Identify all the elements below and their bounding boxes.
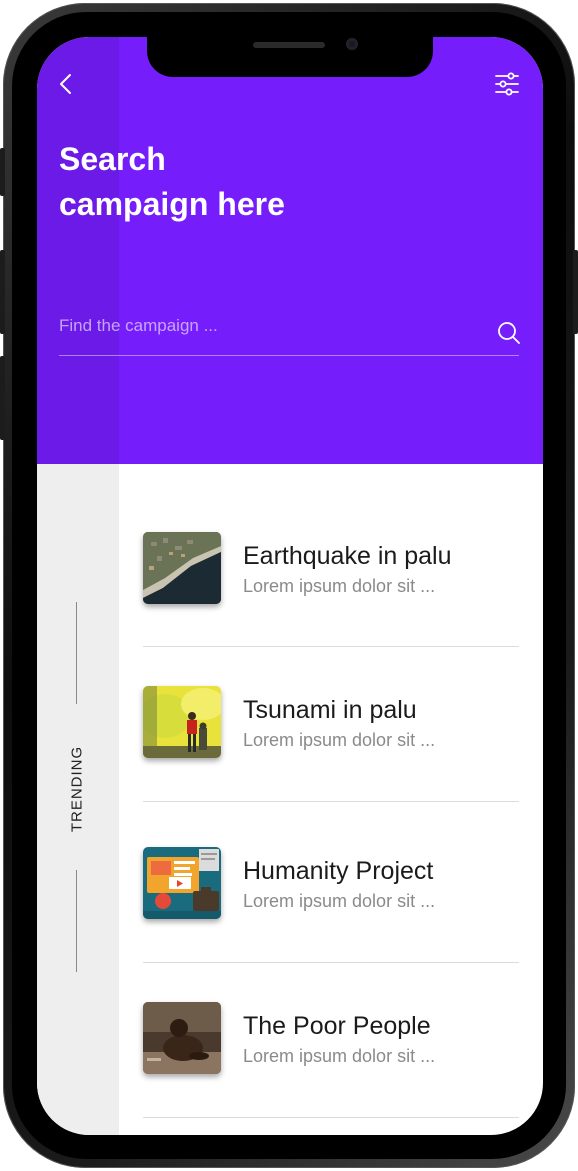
speaker-grille [253,42,325,48]
power-button [573,250,578,334]
sidebar-divider-bottom [76,870,77,972]
front-camera [346,38,358,50]
page-title: Search campaign here [59,137,459,227]
campaign-title: Tsunami in palu [243,696,417,724]
volume-down-button [0,356,5,440]
back-button[interactable] [55,72,79,96]
mute-switch [0,148,5,196]
trending-label: TRENDING [68,745,86,833]
campaign-title: The Poor People [243,1012,431,1040]
search-underline [59,355,519,356]
page-title-line-1: Search [59,141,166,177]
list-divider [143,962,519,963]
illustration-image [143,847,221,919]
campaign-item[interactable]: The Poor People Lorem ipsum dolor sit ..… [143,1002,519,1135]
aerial-coast-image [143,532,221,604]
page-title-line-2: campaign here [59,186,285,222]
rescue-smoke-image [143,686,221,758]
campaign-subtitle: Lorem ipsum dolor sit ... [243,891,436,911]
list-divider [143,1117,519,1118]
screen: Search campaign here TRENDING [37,37,543,1135]
header-side-strip [37,37,119,464]
list-divider [143,646,519,647]
search-icon [498,322,520,344]
campaign-subtitle: Lorem ipsum dolor sit ... [243,576,436,596]
campaign-subtitle: Lorem ipsum dolor sit ... [243,730,436,750]
header: Search campaign here [37,37,543,464]
campaign-title: Earthquake in palu [243,542,452,570]
trending-sidebar: TRENDING [37,464,119,1135]
campaign-item[interactable]: Humanity Project Lorem ipsum dolor sit .… [143,847,519,1002]
sidebar-divider-top [76,602,77,704]
campaign-item[interactable]: Tsunami in palu Lorem ipsum dolor sit ..… [143,686,519,841]
campaign-title: Humanity Project [243,857,434,885]
filter-button[interactable] [493,70,521,98]
sliders-icon [495,72,519,96]
chevron-left-icon [60,74,71,94]
campaign-item[interactable]: Earthquake in palu Lorem ipsum dolor sit… [143,532,519,687]
search-button[interactable] [497,321,521,345]
campaign-subtitle: Lorem ipsum dolor sit ... [243,1046,436,1066]
child-portrait-image [143,1002,221,1074]
notch [147,37,433,77]
volume-up-button [0,250,5,334]
search-input[interactable] [59,313,479,339]
list-divider [143,801,519,802]
